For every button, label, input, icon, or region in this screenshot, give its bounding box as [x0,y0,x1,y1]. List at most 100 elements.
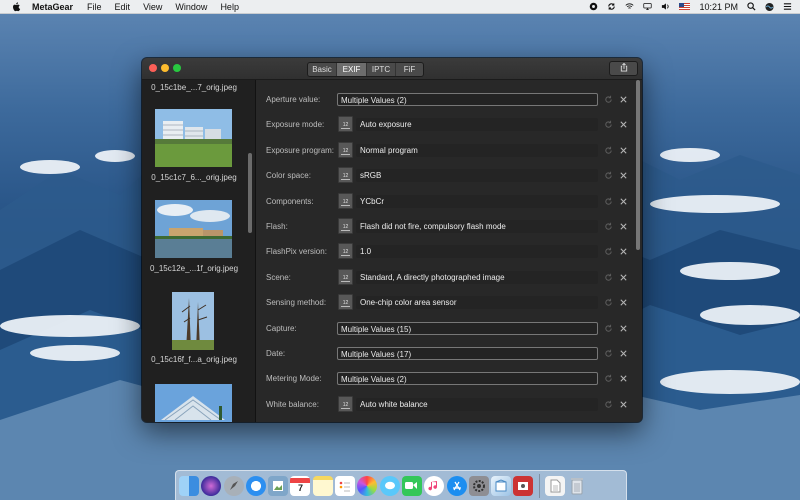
exposure-program-value[interactable]: Normal program [360,146,418,155]
photos-icon[interactable] [357,475,378,496]
file-caption[interactable]: 0_15c16f_f...a_orig.jpeg [142,355,246,364]
clear-icon[interactable] [619,197,628,206]
clear-icon[interactable] [619,374,628,383]
sync-icon[interactable] [607,2,616,11]
popup-menu-icon[interactable]: 12 [338,294,353,311]
menu-file[interactable]: File [87,2,102,12]
revert-icon[interactable] [604,324,613,333]
popup-menu-icon[interactable]: 12 [338,218,353,234]
color-space-value[interactable]: sRGB [360,171,381,180]
revert-icon[interactable] [604,349,613,358]
notes-icon[interactable] [312,475,333,496]
clear-icon[interactable] [619,95,628,104]
revert-icon[interactable] [604,146,613,155]
clear-icon[interactable] [619,247,628,256]
popup-menu-icon[interactable]: 12 [338,395,353,412]
scroll-icon[interactable] [589,2,598,11]
popup-menu-icon[interactable]: 12 [338,116,353,133]
clear-icon[interactable] [619,349,628,358]
clear-icon[interactable] [619,120,628,129]
clear-icon[interactable] [619,171,628,180]
airplay-icon[interactable] [643,2,653,11]
facetime-icon[interactable] [401,475,422,496]
menubar-clock[interactable]: 10:21 PM [699,2,738,12]
music-icon[interactable] [424,475,445,496]
exposure-mode-value[interactable]: Auto exposure [360,120,412,129]
thumbnail-image[interactable] [155,109,232,167]
white-balance-value[interactable]: Auto white balance [360,400,428,409]
close-window-button[interactable] [149,64,157,72]
siri-icon[interactable] [765,2,774,11]
preview-icon[interactable] [268,475,289,496]
us-flag-icon[interactable] [679,3,691,10]
clear-icon[interactable] [619,324,628,333]
finder-icon[interactable] [179,475,199,496]
photo-booth-icon[interactable] [513,475,534,496]
metering-mode-input[interactable]: Multiple Values (2) [337,372,598,386]
calendar-icon[interactable]: 7 [290,475,311,496]
tab-exif[interactable]: EXIF [337,63,367,76]
clear-icon[interactable] [619,222,628,231]
popup-menu-icon[interactable]: 12 [338,167,353,184]
scene-value[interactable]: Standard, A directly photographed image [360,273,505,282]
trash-icon[interactable] [567,476,587,496]
popup-menu-icon[interactable]: 12 [338,243,353,260]
wifi-icon[interactable] [625,2,635,11]
popup-menu-icon[interactable]: 12 [338,141,353,158]
app-store-icon[interactable] [446,475,467,496]
title-bar[interactable]: Basic EXIF IPTC FiF [142,58,642,80]
revert-icon[interactable] [604,222,613,231]
tab-iptc[interactable]: IPTC [367,63,396,76]
search-icon[interactable] [747,2,756,11]
minimize-window-button[interactable] [161,64,169,72]
capture-input[interactable]: Multiple Values (15) [337,321,598,335]
revert-icon[interactable] [604,273,613,282]
system-preferences-icon[interactable] [468,475,489,496]
sensing-method-value[interactable]: One-chip color area sensor [360,298,457,307]
components-value[interactable]: YCbCr [360,197,384,206]
thumbnail-image[interactable] [172,292,214,350]
flash-value[interactable]: Flash did not fire, compulsory flash mod… [360,222,506,231]
document-icon[interactable] [544,475,565,496]
revert-icon[interactable] [604,197,613,206]
tab-basic[interactable]: Basic [308,63,337,76]
revert-icon[interactable] [604,95,613,104]
file-caption[interactable]: 0_15c12e_...1f_orig.jpeg [142,264,246,273]
reminders-icon[interactable] [335,475,356,496]
revert-icon[interactable] [604,400,613,409]
file-caption[interactable]: 0_15c1c7_6..._orig.jpeg [142,173,246,182]
list-icon[interactable] [783,2,792,11]
menu-help[interactable]: Help [220,2,239,12]
sidebar-scrollbar[interactable] [248,153,252,233]
app-menu[interactable]: MetaGear [32,2,73,12]
menu-edit[interactable]: Edit [115,2,131,12]
volume-icon[interactable] [661,2,670,11]
siri-icon[interactable] [201,475,222,496]
zoom-window-button[interactable] [173,64,181,72]
clear-icon[interactable] [619,146,628,155]
menu-view[interactable]: View [143,2,162,12]
file-list-sidebar[interactable]: 0_15c1be_...7_orig.jpeg 0_15c1c7_6..._or… [142,80,256,422]
date-input[interactable]: Multiple Values (17) [337,347,598,360]
fields-scrollbar[interactable] [636,80,640,250]
clear-icon[interactable] [619,400,628,409]
thumbnail-image[interactable] [155,200,232,258]
menu-window[interactable]: Window [175,2,207,12]
file-caption[interactable]: 0_15c1be_...7_orig.jpeg [142,83,246,92]
clear-icon[interactable] [619,273,628,282]
revert-icon[interactable] [604,298,613,307]
revert-icon[interactable] [604,374,613,383]
popup-menu-icon[interactable]: 12 [338,192,353,209]
thumbnail-image[interactable] [155,384,232,422]
revert-icon[interactable] [604,120,613,129]
launchpad-icon[interactable] [223,475,244,496]
revert-icon[interactable] [604,247,613,256]
revert-icon[interactable] [604,171,613,180]
share-button[interactable] [609,61,638,76]
safari-icon[interactable] [245,475,266,496]
metagear-icon[interactable] [491,475,512,496]
aperture-value-input[interactable]: Multiple Values (2) [337,93,598,106]
popup-menu-icon[interactable]: 12 [338,268,353,285]
tab-fif[interactable]: FiF [396,63,423,76]
messages-icon[interactable] [379,475,400,496]
